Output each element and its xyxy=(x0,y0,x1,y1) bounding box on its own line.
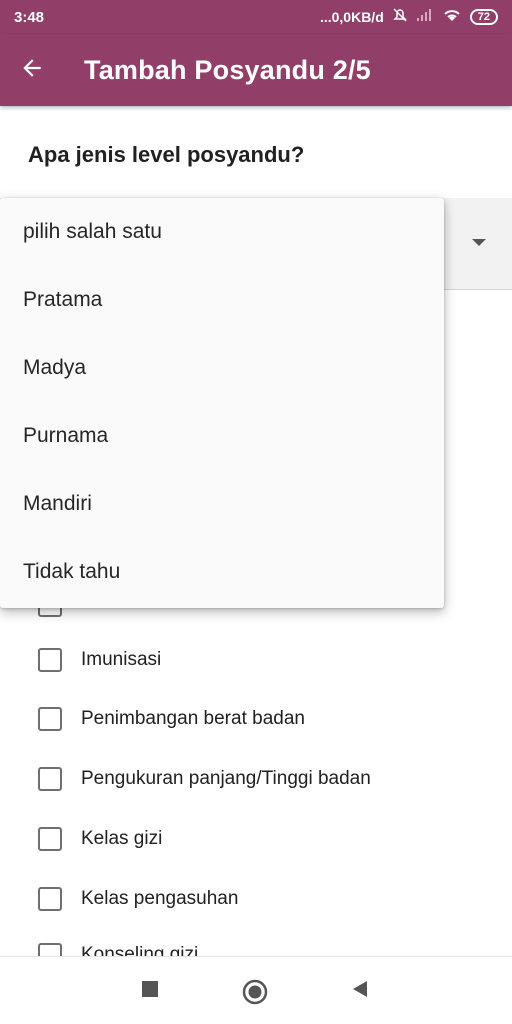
checklist-item[interactable]: Kelas gizi xyxy=(38,824,162,854)
back-button[interactable] xyxy=(0,34,64,106)
battery-indicator: 72 xyxy=(469,9,498,25)
home-button[interactable] xyxy=(242,979,268,1010)
checkbox[interactable] xyxy=(38,707,62,731)
system-nav-bar xyxy=(0,956,512,1024)
checklist-item[interactable]: Imunisasi xyxy=(38,645,161,675)
checklist-item[interactable]: Penimbangan berat badan xyxy=(38,704,305,734)
triangle-back-icon xyxy=(350,979,370,1004)
checklist-label: Pengukuran panjang/Tinggi badan xyxy=(81,768,371,789)
checklist-label: Kelas pengasuhan xyxy=(81,888,239,909)
dropdown-option[interactable]: Purnama xyxy=(0,402,444,470)
dropdown-option[interactable]: Mandiri xyxy=(0,470,444,538)
checkbox[interactable] xyxy=(38,887,62,911)
mute-icon xyxy=(392,7,408,27)
recent-apps-button[interactable] xyxy=(140,979,160,1004)
question-label: Apa jenis level posyandu? xyxy=(28,142,305,167)
signal-icon xyxy=(416,8,434,26)
back-nav-button[interactable] xyxy=(350,979,370,1004)
checkbox[interactable] xyxy=(38,648,62,672)
square-icon xyxy=(140,979,160,1004)
checklist-label: Imunisasi xyxy=(81,649,162,670)
checkbox[interactable] xyxy=(38,767,62,791)
checklist-item[interactable]: Kelas pengasuhan xyxy=(38,884,238,914)
checklist-item[interactable]: Pengukuran panjang/Tinggi badan xyxy=(38,764,371,794)
dropdown-option[interactable]: Pratama xyxy=(0,266,444,334)
circle-icon xyxy=(242,979,268,1010)
checklist-label: Penimbangan berat badan xyxy=(81,708,305,729)
page-title: Tambah Posyandu 2/5 xyxy=(84,54,371,85)
dropdown-option[interactable]: pilih salah satu xyxy=(0,198,444,266)
status-bar: 3:48 ...0,0KB/d 72 xyxy=(0,0,512,34)
status-icons: ...0,0KB/d 72 xyxy=(320,7,498,27)
arrow-back-icon xyxy=(19,55,45,86)
checklist-label: Kelas gizi xyxy=(81,828,163,849)
network-speed: ...0,0KB/d xyxy=(319,9,384,25)
dropdown-arrow-icon xyxy=(472,239,486,246)
app-bar: Tambah Posyandu 2/5 xyxy=(0,34,512,106)
dropdown-option[interactable]: Tidak tahu xyxy=(0,538,444,606)
level-dropdown-menu: pilih salah satu Pratama Madya Purnama M… xyxy=(0,198,444,608)
checkbox[interactable] xyxy=(38,827,62,851)
dropdown-option[interactable]: Madya xyxy=(0,334,444,402)
wifi-icon xyxy=(442,7,462,27)
status-time: 3:48 xyxy=(14,8,45,26)
